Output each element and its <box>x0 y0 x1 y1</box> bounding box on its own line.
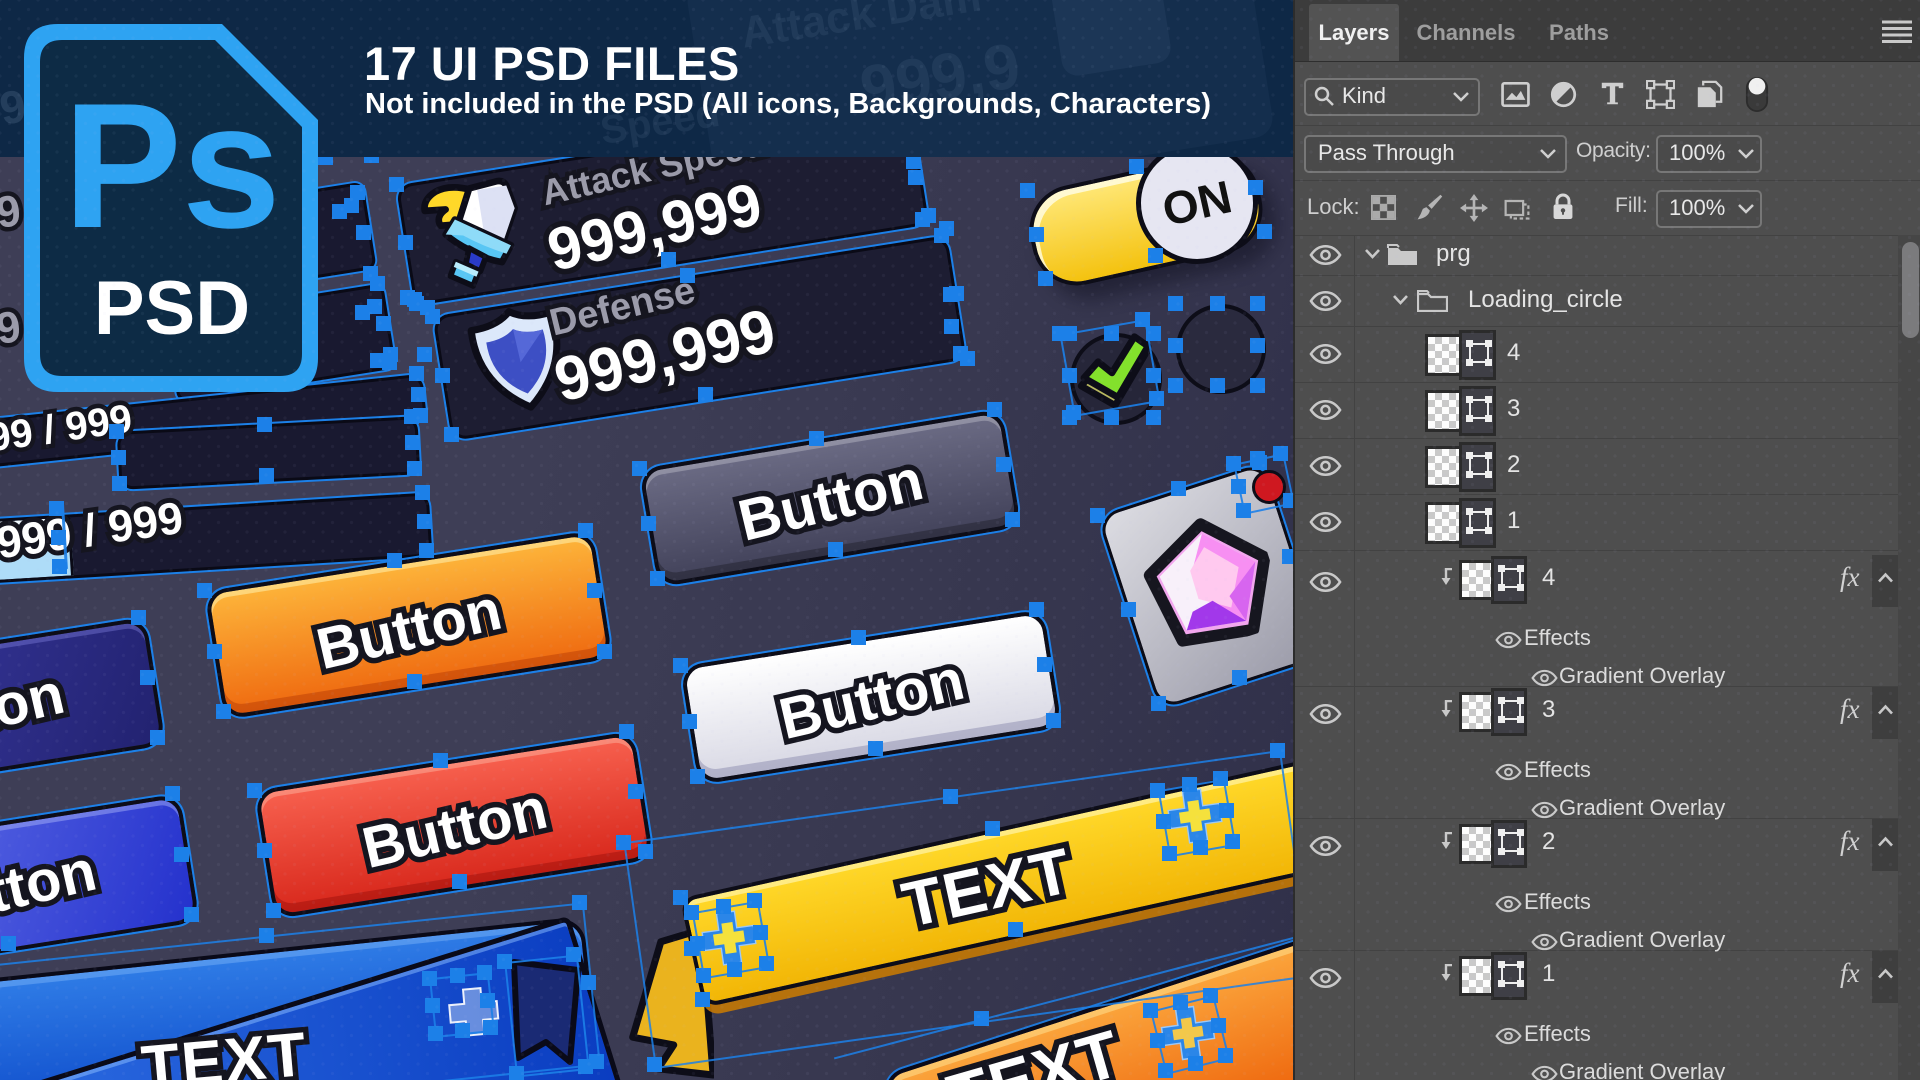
svg-text:999 / 999: 999 / 999 <box>0 492 186 568</box>
svg-text:9: 9 <box>0 186 24 238</box>
svg-text:Button: Button <box>311 577 508 682</box>
svg-text:Button: Button <box>0 661 70 766</box>
svg-text:Ps: Ps <box>63 66 281 265</box>
svg-text:Button: Button <box>356 776 553 881</box>
svg-text:Button: Button <box>773 647 970 752</box>
svg-text:Button: Button <box>732 447 929 554</box>
svg-text:9: 9 <box>0 302 24 354</box>
svg-text:Button: Button <box>0 838 102 943</box>
svg-text:PSD: PSD <box>94 266 250 351</box>
